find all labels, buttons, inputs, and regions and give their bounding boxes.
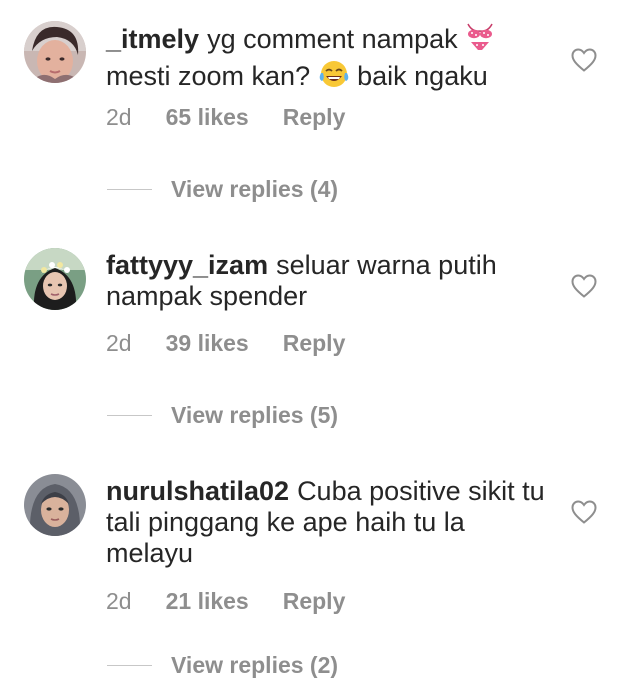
comment-time: 2d <box>106 330 132 356</box>
comment-meta: 2d 21 likes Reply <box>106 588 345 615</box>
comment-likes[interactable]: 65 likes <box>166 104 249 130</box>
reply-button[interactable]: Reply <box>283 588 346 614</box>
heart-outline-icon[interactable] <box>570 47 598 73</box>
divider-line <box>107 188 152 190</box>
view-replies-button[interactable]: View replies (4) <box>107 174 338 204</box>
comment-text: nurulshatila02 Cuba positive sikit tu tal… <box>106 476 546 569</box>
view-replies-label: View replies (2) <box>171 651 339 678</box>
comment-username[interactable]: _itmely <box>106 24 199 54</box>
comment-body-line2: mesti zoom kan? <box>106 61 311 91</box>
tears-of-joy-emoji <box>318 59 350 96</box>
view-replies-label: View replies (5) <box>171 401 339 428</box>
comment-likes[interactable]: 39 likes <box>166 330 249 356</box>
view-replies-button[interactable]: View replies (2) <box>107 650 338 680</box>
comment-meta: 2d 39 likes Reply <box>106 330 345 357</box>
avatar[interactable] <box>24 21 86 83</box>
comment-username[interactable]: fattyyy_izam <box>106 250 268 280</box>
heart-outline-icon[interactable] <box>570 499 598 525</box>
bikini-emoji <box>465 22 495 59</box>
comment-time: 2d <box>106 588 132 614</box>
avatar-image <box>24 248 86 310</box>
reply-button[interactable]: Reply <box>283 104 346 130</box>
comment-body-line2-end: baik ngaku <box>357 61 488 91</box>
comment-username[interactable]: nurulshatila02 <box>106 476 289 506</box>
comment-text: _itmely yg comment nampak mesti zoom kan? <box>106 22 546 96</box>
heart-outline-icon[interactable] <box>570 273 598 299</box>
comment-text: fattyyy_izam seluar warna putih nampak sp… <box>106 250 546 312</box>
comment-likes[interactable]: 21 likes <box>166 588 249 614</box>
avatar[interactable] <box>24 474 86 536</box>
avatar-image <box>24 21 86 83</box>
reply-button[interactable]: Reply <box>283 330 346 356</box>
view-replies-button[interactable]: View replies (5) <box>107 400 338 430</box>
avatar[interactable] <box>24 248 86 310</box>
view-replies-label: View replies (4) <box>171 175 339 202</box>
divider-line <box>107 414 152 416</box>
comment-time: 2d <box>106 104 132 130</box>
divider-line <box>107 664 152 666</box>
comment-meta: 2d 65 likes Reply <box>106 104 345 131</box>
comment-body-line1: yg comment nampak <box>207 24 458 54</box>
avatar-image <box>24 474 86 536</box>
